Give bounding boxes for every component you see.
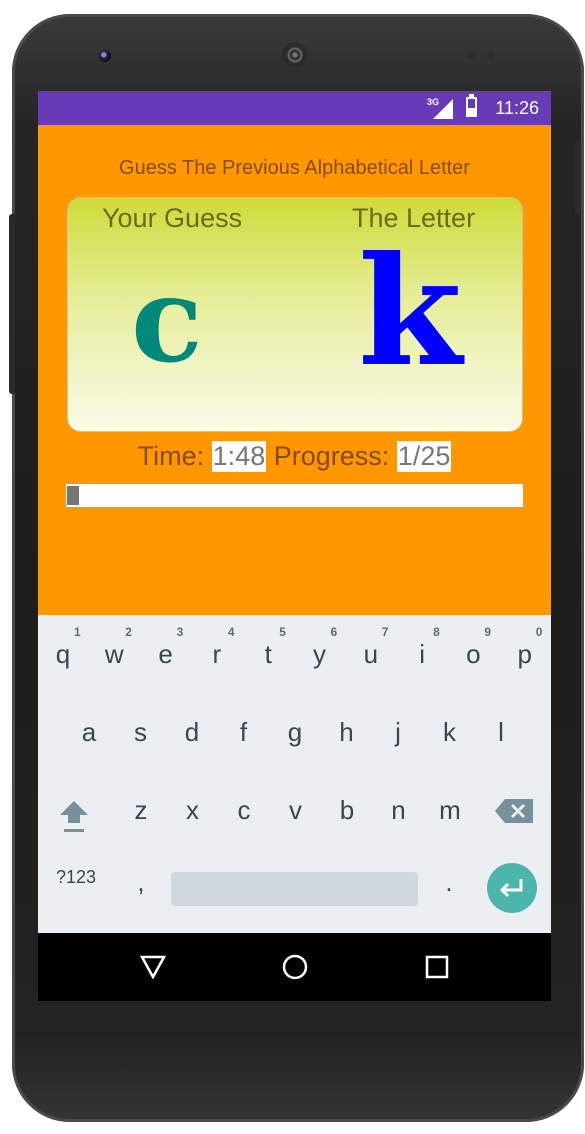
progress-label: Progress: bbox=[273, 441, 390, 471]
screen: 3G 11:26 Guess The Previous Alphabetical… bbox=[38, 91, 551, 1001]
guess-letter: c bbox=[131, 250, 203, 389]
enter-key[interactable] bbox=[487, 863, 537, 913]
letter-card: Your Guess The Letter c k bbox=[67, 197, 523, 432]
key-r[interactable]: r bbox=[200, 639, 234, 670]
instruction-text: Guess The Previous Alphabetical Letter bbox=[119, 157, 470, 179]
key-hint: 3 bbox=[176, 625, 184, 639]
key-c[interactable]: c bbox=[227, 795, 261, 826]
key-f[interactable]: f bbox=[227, 717, 261, 748]
navigation-bar bbox=[38, 933, 551, 1001]
progress-bar-fill bbox=[67, 486, 79, 505]
key-a[interactable]: a bbox=[72, 717, 106, 748]
key-h[interactable]: h bbox=[330, 717, 364, 748]
battery-icon bbox=[466, 94, 477, 117]
time-label: Time: bbox=[137, 441, 205, 471]
key-hint: 0 bbox=[535, 625, 543, 639]
volume-button bbox=[9, 214, 15, 394]
recents-icon[interactable] bbox=[425, 955, 449, 979]
shift-icon bbox=[60, 801, 88, 832]
key-hint: 2 bbox=[125, 625, 132, 639]
key-z[interactable]: z bbox=[124, 795, 158, 826]
enter-icon bbox=[499, 879, 523, 898]
earpiece-speaker bbox=[282, 42, 308, 68]
key-u[interactable]: u bbox=[354, 639, 388, 670]
key-b[interactable]: b bbox=[330, 795, 364, 826]
symbols-key[interactable]: ?123 bbox=[48, 867, 104, 888]
proximity-sensor bbox=[467, 51, 475, 59]
key-s[interactable]: s bbox=[124, 717, 158, 748]
key-hint: 4 bbox=[227, 625, 235, 639]
home-icon[interactable] bbox=[281, 953, 309, 981]
key-k[interactable]: k bbox=[433, 717, 467, 748]
backspace-icon bbox=[495, 799, 533, 823]
key-n[interactable]: n bbox=[382, 795, 416, 826]
key-d[interactable]: d bbox=[175, 717, 209, 748]
key-l[interactable]: l bbox=[484, 717, 518, 748]
soft-keyboard: 1q 2w 3e 4r 5t 6y 7u 8i 9o 0p asdfghjkl zxcvbnm ?… bbox=[38, 615, 551, 933]
key-j[interactable]: j bbox=[381, 717, 415, 748]
key-w[interactable]: w bbox=[97, 639, 131, 670]
signal-icon bbox=[433, 99, 453, 119]
key-t[interactable]: t bbox=[251, 639, 285, 670]
shift-key[interactable] bbox=[52, 795, 96, 839]
backspace-key[interactable] bbox=[493, 797, 537, 827]
key-y[interactable]: y bbox=[303, 639, 337, 670]
front-camera bbox=[99, 50, 111, 62]
key-e[interactable]: e bbox=[149, 639, 183, 670]
space-bar[interactable] bbox=[171, 872, 418, 906]
back-icon[interactable] bbox=[140, 955, 166, 979]
your-guess-label: Your Guess bbox=[102, 203, 243, 233]
progress-value: 1/25 bbox=[396, 441, 452, 472]
key-hint: 1 bbox=[74, 625, 81, 639]
time-value: 1:48 bbox=[211, 441, 267, 472]
power-button bbox=[575, 142, 581, 214]
key-q[interactable]: q bbox=[46, 639, 80, 670]
key-hint: 8 bbox=[433, 625, 440, 639]
key-i[interactable]: i bbox=[405, 639, 439, 670]
key-hint: 6 bbox=[330, 625, 338, 639]
key-hint: 9 bbox=[484, 625, 492, 639]
status-bar: 3G 11:26 bbox=[38, 91, 551, 125]
key-p[interactable]: p bbox=[508, 639, 542, 670]
progress-bar bbox=[66, 484, 523, 507]
key-v[interactable]: v bbox=[279, 795, 313, 826]
key-g[interactable]: g bbox=[278, 717, 312, 748]
status-time: 11:26 bbox=[495, 98, 539, 118]
key-m[interactable]: m bbox=[433, 795, 467, 826]
game-info: Time: 1:48 Progress: 1/25 bbox=[38, 441, 551, 472]
key-x[interactable]: x bbox=[176, 795, 210, 826]
key-o[interactable]: o bbox=[456, 639, 490, 670]
period-key[interactable]: . bbox=[434, 867, 464, 898]
key-hint: 5 bbox=[279, 625, 286, 639]
target-letter: k bbox=[358, 224, 462, 400]
comma-key[interactable]: , bbox=[126, 867, 156, 898]
light-sensor bbox=[487, 51, 495, 59]
key-hint: 7 bbox=[381, 625, 389, 639]
